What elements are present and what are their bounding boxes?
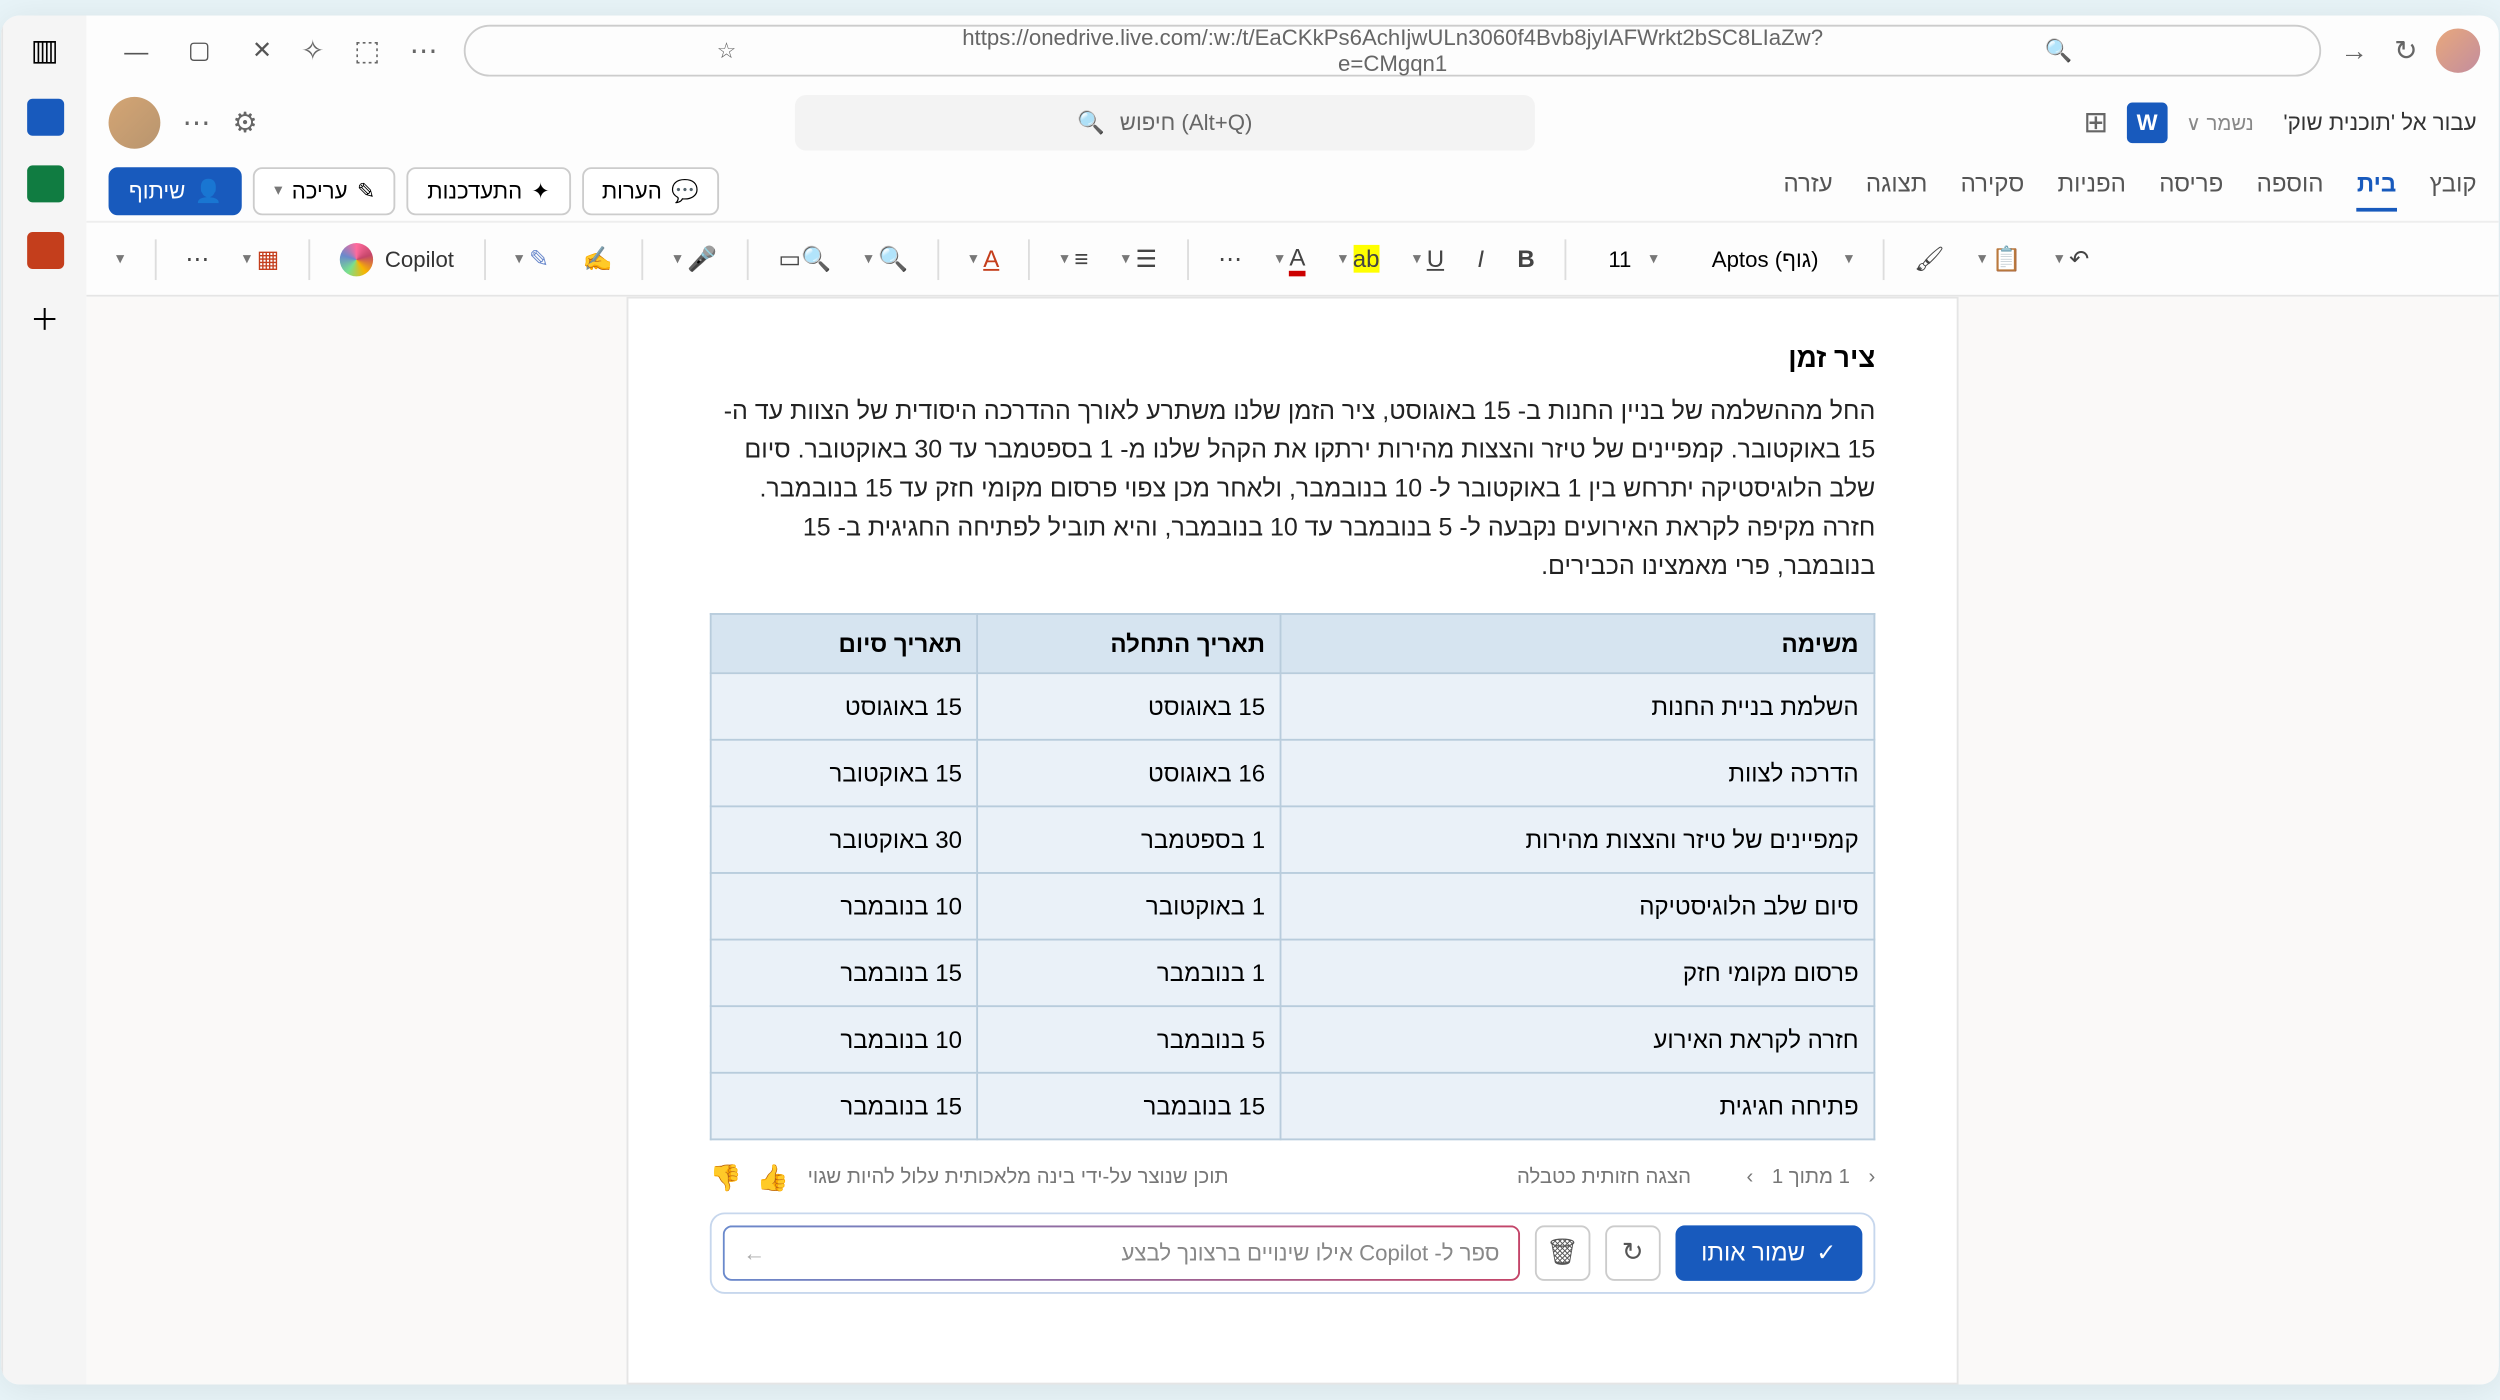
settings-icon[interactable]: ⚙ bbox=[233, 106, 258, 139]
copilot-button[interactable]: Copilot bbox=[329, 235, 465, 283]
url-text: https://onedrive.live.com/:w:/t/EaCKkPs6… bbox=[962, 25, 1823, 77]
address-bar[interactable]: ☆ https://onedrive.live.com/:w:/t/EaCKkP… bbox=[463, 25, 2322, 77]
designer-icon[interactable]: ✎ ▾ bbox=[504, 237, 560, 281]
table-style-icon[interactable]: ▦ ▾ bbox=[232, 237, 291, 281]
favorites-icon[interactable]: ✧ bbox=[301, 34, 324, 67]
tab-קובץ[interactable]: קובץ bbox=[2430, 169, 2477, 212]
ai-disclaimer: תוכן שנוצר על-ידי בינה מלאכותית עלול להי… bbox=[808, 1166, 1229, 1188]
more-options-icon[interactable]: ⋯ bbox=[174, 237, 220, 281]
close-icon[interactable]: ✕ bbox=[249, 38, 275, 64]
word-logo-icon: W bbox=[2127, 102, 2168, 143]
font-color-icon[interactable]: A ▾ bbox=[1264, 235, 1316, 283]
table-header: תאריך סיום bbox=[711, 613, 978, 672]
table-row[interactable]: חזרה לקראת האירוע5 בנובמבר10 בנובמבר bbox=[711, 1005, 1875, 1072]
editor-icon[interactable]: ✍ bbox=[571, 237, 623, 281]
keep-it-button[interactable]: ✓ שמור אותו bbox=[1675, 1225, 1862, 1281]
thumbs-up-icon[interactable]: 👍 bbox=[757, 1162, 789, 1193]
table-row[interactable]: פרסום מקומי חזק1 בנובמבר15 בנובמבר bbox=[711, 939, 1875, 1006]
format-painter-icon[interactable]: 🖌 bbox=[1903, 237, 1956, 281]
search-icon: 🔍 bbox=[1823, 38, 2294, 64]
tab-הפניות[interactable]: הפניות bbox=[2058, 169, 2126, 212]
result-counter: 1 מתוך 1 bbox=[1772, 1166, 1850, 1188]
profile-avatar[interactable] bbox=[2436, 28, 2480, 72]
more-icon[interactable]: ⋯ bbox=[410, 34, 438, 67]
edit-button[interactable]: ✎ עריכה ▾ bbox=[254, 166, 396, 214]
comments-button[interactable]: 💬 הערות bbox=[581, 166, 719, 214]
next-icon[interactable]: › bbox=[1747, 1166, 1754, 1188]
powerpoint-app-icon[interactable] bbox=[24, 230, 65, 271]
bullets-icon[interactable]: ☰ ▾ bbox=[1110, 237, 1168, 281]
more-formatting-icon[interactable]: ⋯ bbox=[1207, 237, 1253, 281]
undo-icon[interactable]: ↶ ▾ bbox=[2044, 237, 2100, 281]
tab-הוספה[interactable]: הוספה bbox=[2257, 169, 2324, 212]
save-status[interactable]: נשמר ∨ bbox=[2186, 111, 2254, 135]
copilot-footer: ‹ 1 מתוך 1 › הצגה חזותית כטבלה תוכן שנוצ… bbox=[710, 1162, 1876, 1193]
table-row[interactable]: הדרכה לצוות16 באוגוסט15 באוקטובר bbox=[711, 739, 1875, 806]
document-title[interactable]: עבור אל 'תוכנית שוק' bbox=[2283, 110, 2476, 136]
find-replace-icon[interactable]: 🔍▭ bbox=[767, 237, 842, 281]
paragraph-icon[interactable]: ≡ ▾ bbox=[1049, 238, 1099, 281]
word-app-icon[interactable] bbox=[24, 97, 65, 138]
underline-icon[interactable]: U ▾ bbox=[1402, 238, 1456, 281]
font-name-field[interactable]: ▾ bbox=[1680, 238, 1864, 279]
user-avatar[interactable] bbox=[109, 97, 161, 149]
document-canvas[interactable]: ציר זמן החל מההשלמה של בניין החנות ב- 15… bbox=[86, 297, 2498, 1385]
app-header: ⋯ ⚙ (Alt+Q) חיפוש 🔍 עבור אל 'תוכנית שוק'… bbox=[86, 86, 2498, 160]
table-row[interactable]: השלמת בניית החנות15 באוגוסט15 באוגוסט bbox=[711, 672, 1875, 739]
document-page: ציר זמן החל מההשלמה של בניין החנות ב- 15… bbox=[627, 297, 1959, 1385]
extensions-icon[interactable]: ⬚ bbox=[354, 34, 380, 67]
tab-פריסה[interactable]: פריסה bbox=[2159, 169, 2223, 212]
collections-icon[interactable]: ▥ bbox=[24, 30, 65, 71]
excel-app-icon[interactable] bbox=[24, 164, 65, 205]
send-icon[interactable]: ← bbox=[743, 1239, 765, 1265]
doc-paragraph: החל מההשלמה של בניין החנות ב- 15 באוגוסט… bbox=[710, 393, 1876, 587]
copilot-action-row: ✓ שמור אותו ↻ 🗑 ספר ל- Copilot אילו שינו… bbox=[710, 1212, 1876, 1293]
copilot-logo-icon bbox=[340, 242, 373, 275]
ribbon-toolbar: ▾ ⋯ ▦ ▾ Copilot ✎ ▾ ✍ 🎤 ▾ 🔍▭ 🔍 ▾ A ▾ ≡ ▾… bbox=[86, 223, 2498, 297]
forward-icon[interactable]: → bbox=[2340, 35, 2368, 66]
maximize-icon[interactable]: ▢ bbox=[186, 38, 212, 64]
table-header: משימה bbox=[1281, 613, 1875, 672]
prev-icon[interactable]: ‹ bbox=[1869, 1166, 1876, 1188]
tab-תצוגה[interactable]: תצוגה bbox=[1866, 169, 1927, 212]
copilot-prompt-input[interactable]: ספר ל- Copilot אילו שינויים ברצונך לבצע … bbox=[723, 1225, 1520, 1281]
overflow-icon[interactable]: ⋯ bbox=[183, 106, 211, 139]
table-row[interactable]: סיום שלב הלוגיסטיקה1 באוקטובר10 בנובמבר bbox=[711, 872, 1875, 939]
catchup-button[interactable]: ✦ התעדכנות bbox=[407, 166, 570, 214]
ribbon-tabs-row: 👤 שיתוף ✎ עריכה ▾ ✦ התעדכנות 💬 הערות קוב… bbox=[86, 160, 2498, 223]
ribbon-expand-icon[interactable]: ▾ bbox=[105, 241, 136, 276]
font-size-field[interactable]: ▾ bbox=[1585, 238, 1669, 279]
find-icon[interactable]: 🔍 ▾ bbox=[853, 237, 919, 281]
main-area: ✕ ▢ — ⋯ ⬚ ✧ ☆ https://onedrive.live.com/… bbox=[86, 16, 2498, 1385]
doc-heading: ציר זמן bbox=[710, 343, 1876, 374]
italic-icon[interactable]: I bbox=[1466, 238, 1495, 281]
tab-בית[interactable]: בית bbox=[2357, 169, 2396, 212]
bold-icon[interactable]: B bbox=[1506, 238, 1546, 281]
paste-icon[interactable]: 📋 ▾ bbox=[1967, 237, 2033, 281]
refresh-icon[interactable]: ↻ bbox=[2394, 34, 2417, 67]
search-icon: 🔍 bbox=[1077, 110, 1105, 136]
table-row[interactable]: פתיחה חגיגית15 בנובמבר15 בנובמבר bbox=[711, 1072, 1875, 1139]
styles-icon[interactable]: A ▾ bbox=[958, 238, 1010, 281]
search-input[interactable]: (Alt+Q) חיפוש 🔍 bbox=[795, 95, 1535, 151]
tab-סקירה[interactable]: סקירה bbox=[1961, 169, 2025, 212]
tab-עזרה[interactable]: עזרה bbox=[1783, 169, 1832, 212]
timeline-table[interactable]: משימהתאריך התחלהתאריך סיום השלמת בניית ה… bbox=[710, 612, 1876, 1139]
app-launcher-icon[interactable]: ⊞ bbox=[2083, 104, 2108, 141]
regenerate-icon[interactable]: ↻ bbox=[1605, 1225, 1661, 1281]
table-header: תאריך התחלה bbox=[978, 613, 1281, 672]
dictate-icon[interactable]: 🎤 ▾ bbox=[662, 237, 728, 281]
minimize-icon[interactable]: — bbox=[123, 38, 149, 64]
view-as-table-link[interactable]: הצגה חזותית כטבלה bbox=[1517, 1166, 1691, 1188]
discard-icon[interactable]: 🗑 bbox=[1535, 1225, 1591, 1281]
share-button[interactable]: 👤 שיתוף bbox=[109, 166, 243, 214]
browser-titlebar: ✕ ▢ — ⋯ ⬚ ✧ ☆ https://onedrive.live.com/… bbox=[86, 16, 2498, 86]
table-row[interactable]: קמפיינים של טיזר והצצות מהירות1 בספטמבר3… bbox=[711, 806, 1875, 873]
app-window: ▥ ＋ ✕ ▢ — ⋯ ⬚ ✧ ☆ https://onedrive.live.… bbox=[1, 16, 2499, 1385]
thumbs-down-icon[interactable]: 👎 bbox=[710, 1162, 742, 1193]
app-rail: ▥ ＋ bbox=[1, 16, 86, 1385]
highlight-icon[interactable]: ab ▾ bbox=[1328, 238, 1391, 281]
add-app-icon[interactable]: ＋ bbox=[24, 297, 65, 338]
